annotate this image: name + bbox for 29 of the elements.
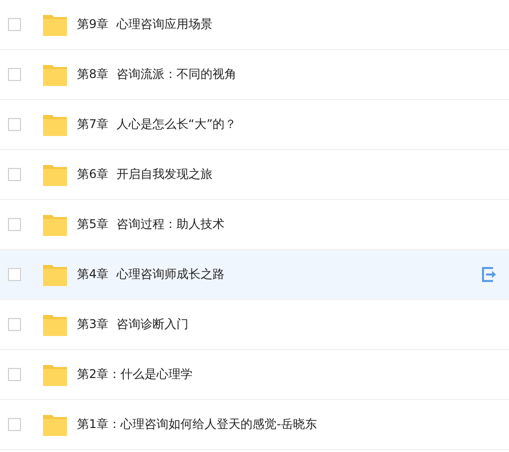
checkbox[interactable]	[8, 268, 21, 281]
folder-name[interactable]: 第7章 人心是怎么长“大”的？	[77, 116, 237, 133]
checkbox[interactable]	[8, 118, 21, 131]
folder-name[interactable]: 第5章 咨询过程：助人技术	[77, 216, 224, 233]
folder-icon	[43, 364, 67, 386]
folder-icon	[43, 14, 67, 36]
checkbox[interactable]	[8, 68, 21, 81]
folder-icon	[43, 164, 67, 186]
checkbox[interactable]	[8, 318, 21, 331]
folder-name[interactable]: 第1章：心理咨询如何给人登天的感觉-岳晓东	[77, 416, 317, 433]
folder-name[interactable]: 第6章 开启自我发现之旅	[77, 166, 212, 183]
folder-icon	[43, 114, 67, 136]
folder-icon	[43, 264, 67, 286]
checkbox[interactable]	[8, 218, 21, 231]
folder-icon	[43, 414, 67, 436]
checkbox[interactable]	[8, 368, 21, 381]
folder-name[interactable]: 第9章 心理咨询应用场景	[77, 16, 212, 33]
folder-icon	[43, 214, 67, 236]
folder-row[interactable]: 第4章 心理咨询师成长之路	[0, 250, 509, 300]
checkbox[interactable]	[8, 168, 21, 181]
folder-name[interactable]: 第4章 心理咨询师成长之路	[77, 266, 224, 283]
folder-icon	[43, 314, 67, 336]
folder-name[interactable]: 第8章 咨询流派：不同的视角	[77, 66, 236, 83]
checkbox[interactable]	[8, 418, 21, 431]
folder-icon	[43, 64, 67, 86]
folder-name[interactable]: 第3章 咨询诊断入门	[77, 316, 188, 333]
checkbox[interactable]	[8, 18, 21, 31]
folder-name[interactable]: 第2章：什么是心理学	[77, 366, 193, 383]
move-icon[interactable]	[482, 267, 498, 282]
